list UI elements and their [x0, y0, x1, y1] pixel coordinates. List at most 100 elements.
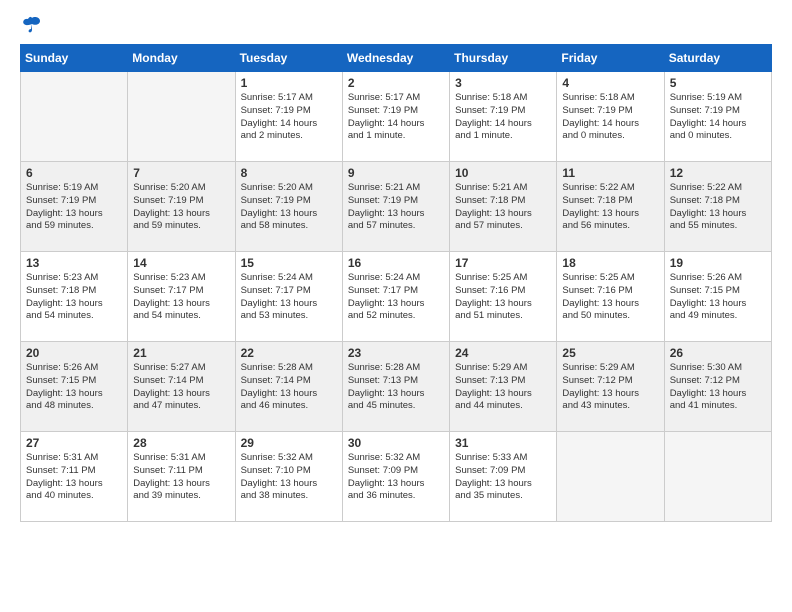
calendar-cell: 3Sunrise: 5:18 AM Sunset: 7:19 PM Daylig… — [450, 72, 557, 162]
day-info: Sunrise: 5:31 AM Sunset: 7:11 PM Dayligh… — [26, 452, 122, 503]
calendar-cell: 21 Sunrise: 5:27 AM Sunset: 7:14 PM Dayli… — [128, 342, 235, 432]
column-header-thursday: Thursday — [450, 45, 557, 72]
day-info: Sunrise: 5:33 AM Sunset: 7:09 PM Dayligh… — [455, 452, 551, 503]
day-info: Sunrise: 5:20 AM Sunset: 7:19 PM Dayligh… — [133, 182, 229, 233]
day-number: 1 — [241, 76, 337, 90]
column-header-monday: Monday — [128, 45, 235, 72]
calendar-cell: 11 Sunrise: 5:22 AM Sunset: 7:18 PM Dayli… — [557, 162, 664, 252]
day-info: Sunrise: 5:31 AM Sunset: 7:11 PM Dayligh… — [133, 452, 229, 503]
calendar-week-row: 27 Sunrise: 5:31 AM Sunset: 7:11 PM Dayli… — [21, 432, 772, 522]
logo-bird-icon — [22, 16, 42, 34]
day-number: 13 — [26, 256, 122, 270]
day-number: 21 — [133, 346, 229, 360]
day-number: 5 — [670, 76, 766, 90]
day-info: Sunrise: 5:20 AM Sunset: 7:19 PM Dayligh… — [241, 182, 337, 233]
calendar-cell: 17 Sunrise: 5:25 AM Sunset: 7:16 PM Dayli… — [450, 252, 557, 342]
day-info: Sunrise: 5:24 AM Sunset: 7:17 PM Dayligh… — [241, 272, 337, 323]
calendar-cell: 8Sunrise: 5:20 AM Sunset: 7:19 PM Daylig… — [235, 162, 342, 252]
calendar-cell: 29 Sunrise: 5:32 AM Sunset: 7:10 PM Dayli… — [235, 432, 342, 522]
day-info: Sunrise: 5:28 AM Sunset: 7:13 PM Dayligh… — [348, 362, 444, 413]
day-number: 12 — [670, 166, 766, 180]
day-info: Sunrise: 5:18 AM Sunset: 7:19 PM Dayligh… — [455, 92, 551, 143]
day-number: 24 — [455, 346, 551, 360]
day-number: 7 — [133, 166, 229, 180]
day-number: 19 — [670, 256, 766, 270]
calendar-cell: 5 Sunrise: 5:19 AM Sunset: 7:19 PM Daylig… — [664, 72, 771, 162]
calendar-cell: 2 Sunrise: 5:17 AM Sunset: 7:19 PM Daylig… — [342, 72, 449, 162]
calendar-cell — [128, 72, 235, 162]
day-info: Sunrise: 5:32 AM Sunset: 7:10 PM Dayligh… — [241, 452, 337, 503]
day-info: Sunrise: 5:19 AM Sunset: 7:19 PM Dayligh… — [670, 92, 766, 143]
calendar-table: SundayMondayTuesdayWednesdayThursdayFrid… — [20, 44, 772, 522]
day-number: 20 — [26, 346, 122, 360]
calendar-cell: 14 Sunrise: 5:23 AM Sunset: 7:17 PM Dayli… — [128, 252, 235, 342]
day-number: 28 — [133, 436, 229, 450]
day-number: 29 — [241, 436, 337, 450]
logo — [20, 20, 42, 34]
day-number: 31 — [455, 436, 551, 450]
calendar-cell: 20 Sunrise: 5:26 AM Sunset: 7:15 PM Dayli… — [21, 342, 128, 432]
day-info: Sunrise: 5:32 AM Sunset: 7:09 PM Dayligh… — [348, 452, 444, 503]
day-info: Sunrise: 5:25 AM Sunset: 7:16 PM Dayligh… — [455, 272, 551, 323]
day-info: Sunrise: 5:24 AM Sunset: 7:17 PM Dayligh… — [348, 272, 444, 323]
day-info: Sunrise: 5:25 AM Sunset: 7:16 PM Dayligh… — [562, 272, 658, 323]
calendar-cell: 13 Sunrise: 5:23 AM Sunset: 7:18 PM Dayli… — [21, 252, 128, 342]
day-number: 11 — [562, 166, 658, 180]
day-info: Sunrise: 5:22 AM Sunset: 7:18 PM Dayligh… — [562, 182, 658, 233]
day-number: 27 — [26, 436, 122, 450]
column-header-saturday: Saturday — [664, 45, 771, 72]
calendar-week-row: 13 Sunrise: 5:23 AM Sunset: 7:18 PM Dayli… — [21, 252, 772, 342]
day-info: Sunrise: 5:26 AM Sunset: 7:15 PM Dayligh… — [670, 272, 766, 323]
column-header-wednesday: Wednesday — [342, 45, 449, 72]
calendar-week-row: 6 Sunrise: 5:19 AM Sunset: 7:19 PM Daylig… — [21, 162, 772, 252]
day-info: Sunrise: 5:19 AM Sunset: 7:19 PM Dayligh… — [26, 182, 122, 233]
day-info: Sunrise: 5:27 AM Sunset: 7:14 PM Dayligh… — [133, 362, 229, 413]
calendar-cell: 1 Sunrise: 5:17 AM Sunset: 7:19 PM Daylig… — [235, 72, 342, 162]
day-number: 30 — [348, 436, 444, 450]
calendar-header-row: SundayMondayTuesdayWednesdayThursdayFrid… — [21, 45, 772, 72]
day-number: 26 — [670, 346, 766, 360]
column-header-friday: Friday — [557, 45, 664, 72]
day-number: 9 — [348, 166, 444, 180]
day-number: 18 — [562, 256, 658, 270]
calendar-cell: 9 Sunrise: 5:21 AM Sunset: 7:19 PM Daylig… — [342, 162, 449, 252]
day-number: 22 — [241, 346, 337, 360]
day-number: 2 — [348, 76, 444, 90]
day-number: 10 — [455, 166, 551, 180]
day-number: 14 — [133, 256, 229, 270]
calendar-cell: 28 Sunrise: 5:31 AM Sunset: 7:11 PM Dayli… — [128, 432, 235, 522]
calendar-cell: 25 Sunrise: 5:29 AM Sunset: 7:12 PM Dayli… — [557, 342, 664, 432]
day-info: Sunrise: 5:26 AM Sunset: 7:15 PM Dayligh… — [26, 362, 122, 413]
calendar-cell: 23Sunrise: 5:28 AM Sunset: 7:13 PM Dayli… — [342, 342, 449, 432]
day-info: Sunrise: 5:17 AM Sunset: 7:19 PM Dayligh… — [348, 92, 444, 143]
calendar-week-row: 20 Sunrise: 5:26 AM Sunset: 7:15 PM Dayli… — [21, 342, 772, 432]
day-info: Sunrise: 5:17 AM Sunset: 7:19 PM Dayligh… — [241, 92, 337, 143]
calendar-cell: 18 Sunrise: 5:25 AM Sunset: 7:16 PM Dayli… — [557, 252, 664, 342]
calendar-cell: 15Sunrise: 5:24 AM Sunset: 7:17 PM Dayli… — [235, 252, 342, 342]
day-info: Sunrise: 5:23 AM Sunset: 7:18 PM Dayligh… — [26, 272, 122, 323]
day-info: Sunrise: 5:28 AM Sunset: 7:14 PM Dayligh… — [241, 362, 337, 413]
day-number: 6 — [26, 166, 122, 180]
day-info: Sunrise: 5:29 AM Sunset: 7:12 PM Dayligh… — [562, 362, 658, 413]
day-info: Sunrise: 5:21 AM Sunset: 7:19 PM Dayligh… — [348, 182, 444, 233]
day-info: Sunrise: 5:30 AM Sunset: 7:12 PM Dayligh… — [670, 362, 766, 413]
calendar-week-row: 1 Sunrise: 5:17 AM Sunset: 7:19 PM Daylig… — [21, 72, 772, 162]
day-info: Sunrise: 5:22 AM Sunset: 7:18 PM Dayligh… — [670, 182, 766, 233]
day-info: Sunrise: 5:23 AM Sunset: 7:17 PM Dayligh… — [133, 272, 229, 323]
column-header-tuesday: Tuesday — [235, 45, 342, 72]
calendar-cell: 24 Sunrise: 5:29 AM Sunset: 7:13 PM Dayli… — [450, 342, 557, 432]
day-info: Sunrise: 5:18 AM Sunset: 7:19 PM Dayligh… — [562, 92, 658, 143]
calendar-cell: 26 Sunrise: 5:30 AM Sunset: 7:12 PM Dayli… — [664, 342, 771, 432]
day-number: 17 — [455, 256, 551, 270]
calendar-cell: 30 Sunrise: 5:32 AM Sunset: 7:09 PM Dayli… — [342, 432, 449, 522]
calendar-cell: 10 Sunrise: 5:21 AM Sunset: 7:18 PM Dayli… — [450, 162, 557, 252]
calendar-cell — [664, 432, 771, 522]
calendar-cell: 22 Sunrise: 5:28 AM Sunset: 7:14 PM Dayli… — [235, 342, 342, 432]
calendar-cell — [21, 72, 128, 162]
day-number: 16 — [348, 256, 444, 270]
day-number: 25 — [562, 346, 658, 360]
day-info: Sunrise: 5:21 AM Sunset: 7:18 PM Dayligh… — [455, 182, 551, 233]
day-info: Sunrise: 5:29 AM Sunset: 7:13 PM Dayligh… — [455, 362, 551, 413]
calendar-cell: 6 Sunrise: 5:19 AM Sunset: 7:19 PM Daylig… — [21, 162, 128, 252]
calendar-cell: 31 Sunrise: 5:33 AM Sunset: 7:09 PM Dayli… — [450, 432, 557, 522]
